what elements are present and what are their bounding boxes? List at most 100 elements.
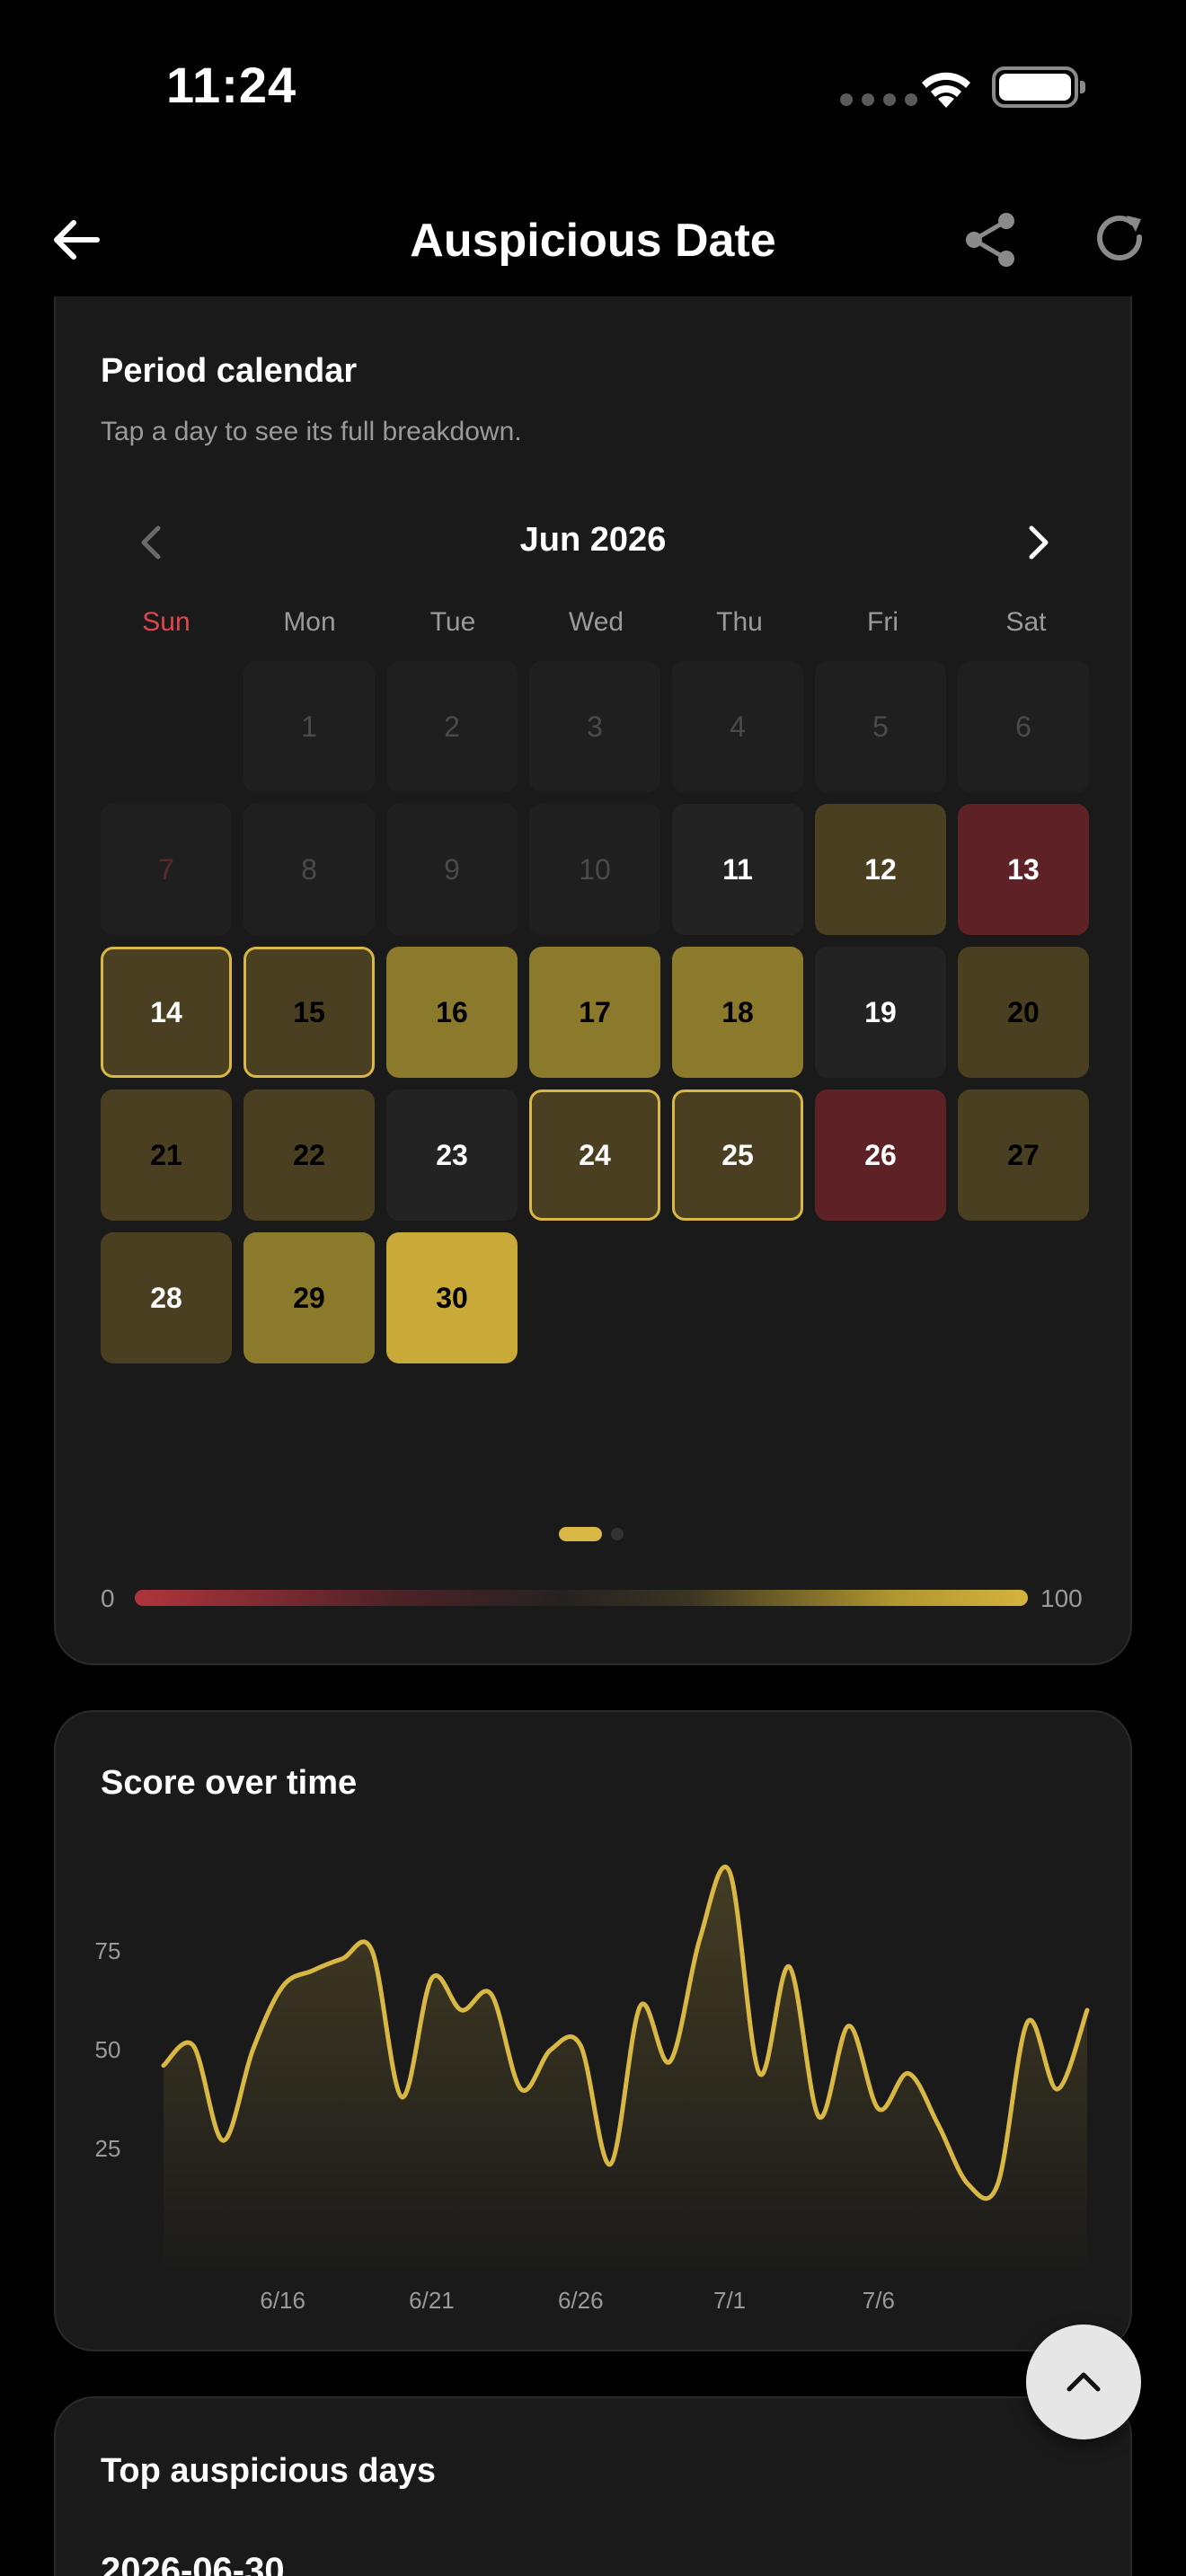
data-point[interactable]: [844, 2021, 854, 2032]
data-point[interactable]: [783, 1962, 794, 1972]
calendar-day-cell[interactable]: 8: [243, 804, 375, 935]
data-point[interactable]: [1082, 2005, 1093, 2016]
data-point[interactable]: [665, 2056, 676, 2067]
data-point[interactable]: [724, 1866, 735, 1877]
data-point[interactable]: [933, 2120, 943, 2130]
card-title: Period calendar: [101, 352, 358, 390]
data-point[interactable]: [1052, 2084, 1063, 2095]
x-tick-label: 6/16: [260, 2287, 305, 2314]
share-icon[interactable]: [961, 210, 1021, 269]
card-title: Top auspicious days: [101, 2452, 437, 2490]
data-point[interactable]: [605, 2159, 615, 2170]
calendar-day-cell[interactable]: 12: [815, 804, 946, 935]
data-point[interactable]: [695, 1934, 705, 1945]
data-point[interactable]: [873, 2104, 884, 2114]
data-point[interactable]: [456, 2005, 467, 2016]
data-point[interactable]: [426, 1973, 437, 1984]
calendar-day-cell[interactable]: 17: [529, 947, 660, 1078]
calendar-day-cell[interactable]: 4: [672, 661, 803, 792]
data-point[interactable]: [486, 1989, 497, 1999]
weekday-label: Wed: [568, 607, 624, 637]
chevron-right-icon[interactable]: [1010, 516, 1064, 569]
data-point[interactable]: [635, 2001, 646, 2012]
data-point[interactable]: [1022, 2016, 1033, 2027]
calendar-day-cell[interactable]: 25: [672, 1090, 803, 1221]
data-point[interactable]: [993, 2179, 1004, 2190]
month-label: Jun 2026: [519, 521, 667, 559]
y-tick-label: 75: [95, 1937, 121, 1964]
weekday-label: Fri: [867, 607, 898, 637]
calendar-day-cell[interactable]: 19: [815, 947, 946, 1078]
data-point[interactable]: [903, 2068, 914, 2078]
x-tick-label: 7/6: [863, 2287, 895, 2314]
calendar-day-cell[interactable]: 23: [386, 1090, 518, 1221]
calendar-day-cell[interactable]: 5: [815, 661, 946, 792]
data-point[interactable]: [516, 2084, 527, 2095]
data-point[interactable]: [545, 2044, 556, 2055]
battery-icon: [992, 66, 1085, 108]
calendar-day-cell[interactable]: 26: [815, 1090, 946, 1221]
data-point[interactable]: [575, 2041, 586, 2051]
weekday-label: Tue: [429, 607, 476, 637]
calendar-day-cell[interactable]: 3: [529, 661, 660, 792]
top-auspicious-days-card: Top auspicious days 2026-06-30: [54, 2396, 1132, 2576]
calendar-day-cell[interactable]: 21: [101, 1090, 232, 1221]
calendar-day-cell[interactable]: 16: [386, 947, 518, 1078]
calendar-day-cell[interactable]: 24: [529, 1090, 660, 1221]
calendar-day-cell[interactable]: 9: [386, 804, 518, 935]
data-point[interactable]: [337, 1954, 348, 1964]
refresh-icon[interactable]: [1091, 210, 1150, 269]
calendar-day-cell[interactable]: 15: [243, 947, 375, 1078]
calendar-day-cell[interactable]: 14: [101, 947, 232, 1078]
calendar-day-cell[interactable]: 13: [958, 804, 1089, 935]
status-time: 11:24: [166, 57, 297, 113]
page-dot[interactable]: [611, 1528, 624, 1540]
y-tick-label: 25: [95, 2135, 121, 2162]
calendar-day-cell[interactable]: 7: [101, 804, 232, 935]
top-day-date[interactable]: 2026-06-30: [101, 2551, 285, 2576]
calendar-day-cell[interactable]: 18: [672, 947, 803, 1078]
x-tick-label: 7/1: [713, 2287, 746, 2314]
data-point[interactable]: [367, 1945, 377, 1956]
calendar-day-cell[interactable]: 10: [529, 804, 660, 935]
wifi-icon: [922, 72, 970, 108]
calendar-day-cell[interactable]: 11: [672, 804, 803, 935]
calendar-day-cell[interactable]: 30: [386, 1232, 518, 1363]
data-point[interactable]: [814, 2112, 825, 2122]
legend-min-label: 0: [101, 1584, 115, 1612]
score-line-chart: 25 50 75 6/16 6/21 6/26 7/1 7/6: [95, 1864, 1093, 2314]
data-point[interactable]: [754, 2068, 765, 2078]
score-over-time-card: Score over time 25 50 75 6/16 6/21 6/26 7/1 7/…: [54, 1710, 1132, 2351]
page-dot-active[interactable]: [559, 1527, 602, 1541]
data-point[interactable]: [396, 2092, 407, 2103]
chevron-up-icon: [1067, 2372, 1101, 2392]
data-point[interactable]: [217, 2135, 228, 2146]
weekday-label: Sat: [1005, 607, 1047, 637]
cellular-signal-icon: [840, 93, 917, 106]
y-tick-label: 50: [95, 2036, 121, 2063]
calendar-day-cell[interactable]: 20: [958, 947, 1089, 1078]
data-point[interactable]: [247, 2044, 258, 2055]
calendar-day-cell[interactable]: 29: [243, 1232, 375, 1363]
calendar-day-cell[interactable]: 28: [101, 1232, 232, 1363]
x-tick-label: 6/26: [558, 2287, 604, 2314]
data-point[interactable]: [158, 2060, 169, 2071]
calendar-day-cell[interactable]: 1: [243, 661, 375, 792]
page-indicator: [559, 1527, 624, 1541]
app-header: Auspicious Date: [0, 171, 1186, 314]
calendar-day-cell[interactable]: 6: [958, 661, 1089, 792]
data-point[interactable]: [188, 2041, 199, 2051]
calendar-empty-cell: [101, 661, 232, 792]
calendar-day-cell[interactable]: 27: [958, 1090, 1089, 1221]
weekday-label: Sun: [142, 607, 190, 637]
data-point[interactable]: [307, 1965, 318, 1976]
weekday-label: Thu: [716, 607, 763, 637]
calendar-day-cell[interactable]: 22: [243, 1090, 375, 1221]
scroll-to-top-button[interactable]: [1026, 2325, 1141, 2439]
data-point[interactable]: [962, 2179, 973, 2190]
card-subtitle: Tap a day to see its full breakdown.: [101, 417, 522, 446]
month-navigator: Jun 2026: [56, 510, 1130, 573]
calendar-day-cell[interactable]: 2: [386, 661, 518, 792]
data-point[interactable]: [278, 1981, 288, 1992]
x-tick-label: 6/21: [409, 2287, 455, 2314]
